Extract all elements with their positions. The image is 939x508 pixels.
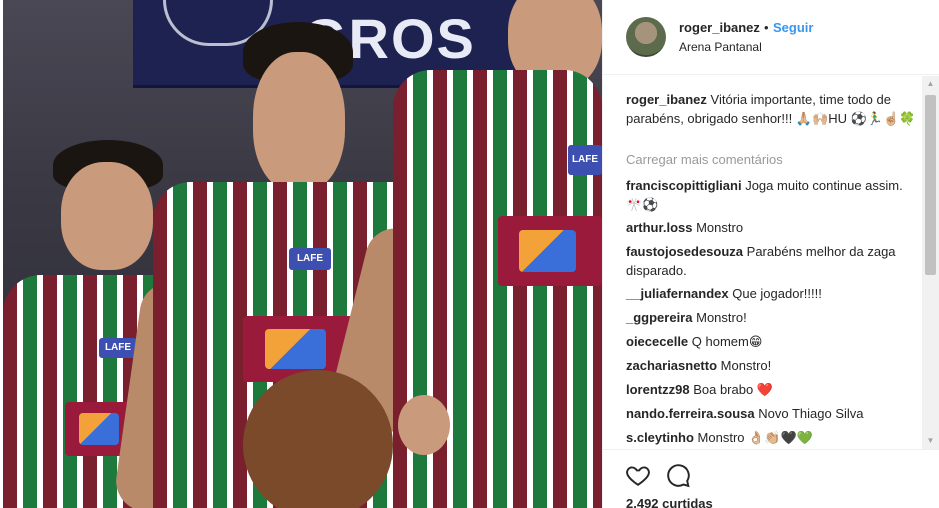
comment-username[interactable]: lorentzz98 — [626, 382, 690, 397]
post-photo[interactable]: GROS LAFE LAFE LAFE — [3, 0, 602, 508]
follow-button[interactable]: Seguir — [773, 20, 813, 35]
comment-text: Que jogador!!!!! — [732, 286, 822, 301]
comment-item: lorentzz98 Boa brabo ❤️ — [626, 380, 916, 399]
load-more-comments-button[interactable]: Carregar mais comentários — [626, 152, 783, 167]
heart-icon[interactable] — [625, 462, 651, 488]
instagram-post-modal: GROS LAFE LAFE LAFE roger_ibanez • Segui… — [0, 0, 939, 508]
comment-text: Q homem😁 — [691, 334, 763, 349]
comment-username[interactable]: __juliafernandex — [626, 286, 729, 301]
comment-text: Monstro! — [696, 310, 747, 325]
scroll-down-arrow-icon[interactable]: ▼ — [922, 433, 939, 449]
scrollbar-thumb[interactable] — [925, 95, 936, 275]
post-actions: 2.492 curtidas — [603, 449, 939, 508]
post-side-panel: roger_ibanez • Seguir Arena Pantanal rog… — [602, 0, 939, 508]
comment-username[interactable]: faustojosedesouza — [626, 244, 743, 259]
sponsor-badge: LAFE — [289, 248, 331, 270]
comment-item: s.cleytinho Monstro 👌🏼👏🏼🖤💚 — [626, 428, 916, 447]
comment-username[interactable]: franciscopittigliani — [626, 178, 742, 193]
post-caption: roger_ibanez Vitória importante, time to… — [626, 90, 916, 128]
comment-item: nando.ferreira.sousa Novo Thiago Silva — [626, 404, 916, 423]
comment-username[interactable]: nando.ferreira.sousa — [626, 406, 755, 421]
author-username[interactable]: roger_ibanez — [679, 20, 760, 35]
comment-item: zachariasnetto Monstro! — [626, 356, 916, 375]
comment-icon[interactable] — [665, 462, 691, 488]
child-head — [398, 395, 450, 455]
comment-username[interactable]: s.cleytinho — [626, 430, 694, 445]
player-right: LAFE — [325, 0, 602, 508]
comment-username[interactable]: oiececelle — [626, 334, 688, 349]
comment-item: oiececelle Q homem😁 — [626, 332, 916, 351]
comment-item: _ggpereira Monstro! — [626, 308, 916, 327]
caption-username[interactable]: roger_ibanez — [626, 92, 707, 107]
comment-item: franciscopittigliani Joga muito continue… — [626, 176, 916, 214]
comment-text: Monstro 👌🏼👏🏼🖤💚 — [697, 430, 813, 445]
comment-item: faustojosedesouza Parabéns melhor da zag… — [626, 242, 916, 280]
header-separator: • — [764, 20, 769, 35]
comment-text: Monstro! — [720, 358, 772, 373]
comment-text: Monstro — [696, 220, 744, 235]
scroll-up-arrow-icon[interactable]: ▲ — [922, 76, 939, 92]
comment-text: Boa brabo ❤️ — [693, 382, 773, 397]
comment-username[interactable]: _ggpereira — [626, 310, 692, 325]
child-head — [243, 370, 393, 508]
comment-username[interactable]: arthur.loss — [626, 220, 692, 235]
post-header: roger_ibanez • Seguir Arena Pantanal — [603, 0, 939, 75]
sponsor-badge: LAFE — [99, 338, 137, 358]
comment-item: __juliafernandex Que jogador!!!!! — [626, 284, 916, 303]
sponsor-logo — [498, 216, 602, 286]
likes-count[interactable]: 2.492 curtidas — [626, 496, 713, 508]
comment-item: arthur.loss Monstro — [626, 218, 916, 237]
comment-username[interactable]: zachariasnetto — [626, 358, 717, 373]
avatar[interactable] — [626, 17, 666, 57]
comments-list[interactable]: roger_ibanez Vitória importante, time to… — [603, 76, 939, 449]
location-link[interactable]: Arena Pantanal — [679, 40, 762, 54]
comment-text: Novo Thiago Silva — [758, 406, 864, 421]
sponsor-badge: LAFE — [568, 145, 602, 175]
